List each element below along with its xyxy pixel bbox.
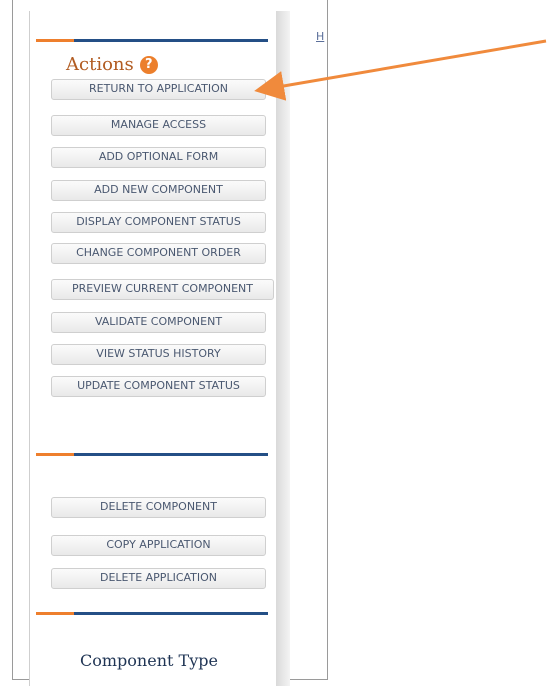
delete-component-button[interactable]: DELETE COMPONENT bbox=[51, 497, 266, 518]
delete-application-button[interactable]: DELETE APPLICATION bbox=[51, 568, 266, 589]
top-link[interactable]: H bbox=[316, 30, 324, 43]
manage-access-button[interactable]: MANAGE ACCESS bbox=[51, 115, 266, 136]
preview-current-component-button[interactable]: PREVIEW CURRENT COMPONENT bbox=[51, 279, 274, 300]
help-icon[interactable]: ? bbox=[139, 55, 158, 74]
section-divider bbox=[36, 612, 268, 615]
actions-header: Actions ? bbox=[66, 54, 158, 75]
view-status-history-button[interactable]: VIEW STATUS HISTORY bbox=[51, 344, 266, 365]
actions-title: Actions bbox=[66, 54, 134, 75]
copy-application-button[interactable]: COPY APPLICATION bbox=[51, 535, 266, 556]
update-component-status-button[interactable]: UPDATE COMPONENT STATUS bbox=[51, 376, 266, 397]
validate-component-button[interactable]: VALIDATE COMPONENT bbox=[51, 312, 266, 333]
sidebar-shadow bbox=[276, 11, 290, 686]
component-type-title: Component Type bbox=[80, 651, 218, 670]
display-component-status-button[interactable]: DISPLAY COMPONENT STATUS bbox=[51, 212, 266, 233]
return-to-application-button[interactable]: RETURN TO APPLICATION bbox=[51, 79, 266, 100]
section-divider bbox=[36, 453, 268, 456]
add-new-component-button[interactable]: ADD NEW COMPONENT bbox=[51, 180, 266, 201]
section-divider bbox=[36, 39, 268, 42]
change-component-order-button[interactable]: CHANGE COMPONENT ORDER bbox=[51, 243, 266, 264]
add-optional-form-button[interactable]: ADD OPTIONAL FORM bbox=[51, 147, 266, 168]
